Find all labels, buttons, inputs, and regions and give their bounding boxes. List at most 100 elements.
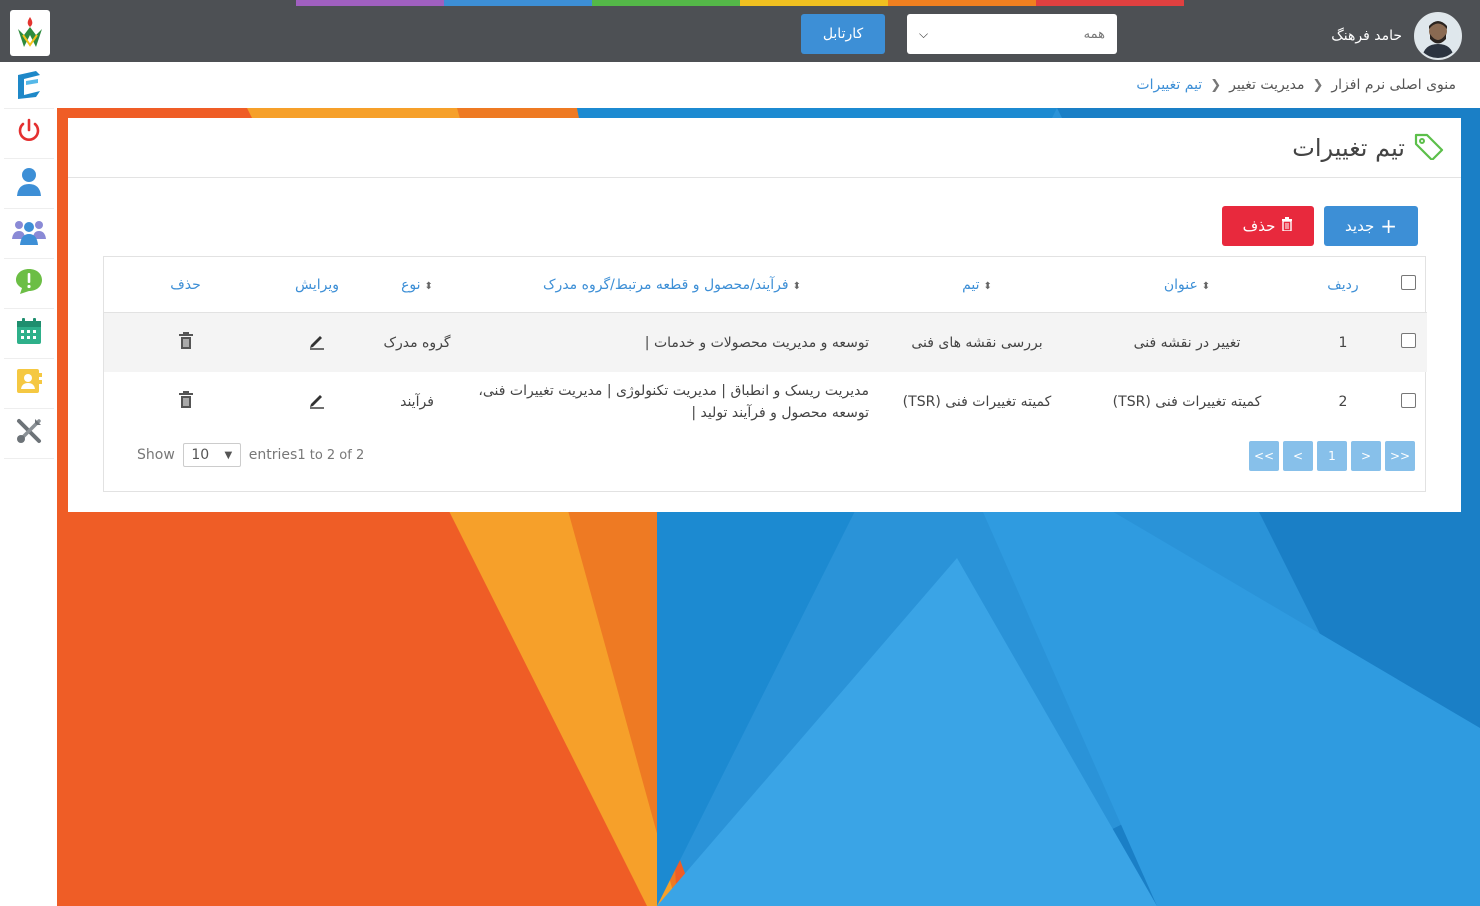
- trash-icon: [1281, 217, 1293, 235]
- breadcrumb: منوی اصلی نرم افزار ❮ مدیریت تغییر ❮ تیم…: [57, 62, 1480, 108]
- user-name: حامد فرهنگ: [1331, 28, 1402, 44]
- filter-select-value: همه: [1083, 26, 1105, 42]
- row-checkbox-cell[interactable]: [1389, 372, 1427, 432]
- header-type[interactable]: ⬍نوع: [367, 257, 467, 313]
- trash-icon[interactable]: [178, 391, 194, 409]
- row-delete-cell: [104, 372, 267, 432]
- row-edit-cell: [267, 312, 367, 372]
- pagination: << < 1 > >>: [1249, 441, 1415, 471]
- sort-icon: ⬍: [1201, 280, 1211, 292]
- edit-pencil-icon[interactable]: [308, 391, 326, 409]
- sort-icon: ⬍: [424, 280, 433, 292]
- row-delete-cell: [104, 312, 267, 372]
- row-index: 1: [1297, 312, 1389, 372]
- header-team-label: تیم: [962, 276, 980, 293]
- sidebar-item-settings[interactable]: [0, 408, 57, 458]
- pager-first[interactable]: <<: [1249, 441, 1279, 471]
- app-logo[interactable]: [10, 10, 50, 56]
- tools-icon: [15, 417, 43, 449]
- breadcrumb-item-home[interactable]: منوی اصلی نرم افزار: [1331, 77, 1456, 93]
- row-related: مدیریت ریسک و انطباق | مدیریت تکنولوژی |…: [478, 383, 869, 421]
- pager-next[interactable]: >: [1351, 441, 1381, 471]
- sidebar-item-users[interactable]: [0, 208, 57, 258]
- pager-prev[interactable]: <: [1283, 441, 1313, 471]
- header-index: ردیف: [1297, 257, 1389, 313]
- row-checkbox-cell[interactable]: [1389, 312, 1427, 372]
- table-footer: Show 10 ▼ entries 1 to 2 of 2 << < 1 > >…: [104, 427, 1425, 487]
- sidebar-item-logout[interactable]: [0, 108, 57, 158]
- power-icon: [16, 118, 42, 148]
- alert-chat-icon: [14, 267, 44, 299]
- row-edit-cell: [267, 372, 367, 432]
- table-info: 1 to 2 of 2: [297, 447, 365, 463]
- add-new-button[interactable]: + جدید: [1324, 206, 1418, 246]
- user-icon: [16, 166, 42, 200]
- cartable-button[interactable]: کارتابل: [801, 14, 885, 54]
- sort-icon: ⬍: [983, 280, 992, 292]
- main-panel: تیم تغییرات + جدید حذف ردیف ⬍عنوان ⬍تیم …: [68, 118, 1461, 512]
- show-label: Show: [137, 447, 175, 463]
- entries-label: entries: [248, 447, 298, 463]
- add-new-label: جدید: [1345, 217, 1375, 235]
- header-type-label: نوع: [401, 276, 421, 293]
- sidebar-item-calendar[interactable]: [0, 308, 57, 358]
- edit-pencil-icon[interactable]: [308, 332, 326, 350]
- panel-header: تیم تغییرات: [68, 118, 1461, 178]
- header-related-label: فرآیند/محصول و قطعه مرتبط/گروه مدرک: [543, 276, 789, 293]
- data-table: ردیف ⬍عنوان ⬍تیم ⬍فرآیند/محصول و قطعه مر…: [103, 256, 1427, 492]
- table-row: 1 تغییر در نقشه فنی بررسی نقشه های فنی ت…: [104, 312, 1427, 372]
- row-type: فرآیند: [400, 394, 434, 410]
- tag-icon: [1413, 132, 1445, 164]
- row-type: گروه مدرک: [367, 312, 467, 372]
- color-stripe: [0, 0, 1480, 6]
- header-delete: حذف: [104, 257, 267, 313]
- avatar[interactable]: [1414, 12, 1462, 60]
- header-edit: ویرایش: [267, 257, 367, 313]
- page-title: تیم تغییرات: [1292, 133, 1405, 162]
- left-sidebar: [0, 62, 58, 906]
- contact-card-icon: [15, 367, 43, 399]
- header-related[interactable]: ⬍فرآیند/محصول و قطعه مرتبط/گروه مدرک: [467, 257, 877, 313]
- table-header-row: ردیف ⬍عنوان ⬍تیم ⬍فرآیند/محصول و قطعه مر…: [104, 257, 1427, 313]
- header-title-label: عنوان: [1163, 276, 1198, 293]
- row-index: 2: [1338, 394, 1348, 410]
- row-title: تغییر در نقشه فنی: [1077, 312, 1297, 372]
- select-all-checkbox[interactable]: [1400, 275, 1416, 290]
- row-title: کمیته تغییرات فنی (TSR): [1112, 394, 1262, 410]
- chevron-left-icon: ❮: [1312, 77, 1324, 93]
- pager-page-1[interactable]: 1: [1317, 441, 1347, 471]
- user-profile[interactable]: حامد فرهنگ: [1331, 12, 1462, 60]
- page-length-value: 10: [191, 447, 210, 463]
- sidebar-item-alerts[interactable]: [0, 258, 57, 308]
- page-length-select[interactable]: 10 ▼: [182, 443, 241, 467]
- pager-last[interactable]: >>: [1385, 441, 1415, 471]
- header-team[interactable]: ⬍تیم: [877, 257, 1077, 313]
- brand-icon: [14, 69, 44, 105]
- chevron-down-icon: ⌵: [919, 26, 929, 41]
- delete-button[interactable]: حذف: [1222, 206, 1314, 246]
- calendar-icon: [16, 317, 42, 349]
- chevron-left-icon: ❮: [1210, 77, 1222, 93]
- row-team: کمیته تغییرات فنی (TSR): [902, 394, 1052, 410]
- sidebar-item-brand[interactable]: [0, 62, 57, 112]
- breadcrumb-item-change-management[interactable]: مدیریت تغییر: [1229, 77, 1304, 93]
- sidebar-item-user[interactable]: [0, 158, 57, 208]
- page-length-control: Show 10 ▼ entries 1 to 2 of 2: [137, 443, 364, 467]
- chevron-down-icon: ▼: [224, 449, 233, 461]
- plus-icon: +: [1380, 214, 1397, 238]
- header-select-all[interactable]: [1389, 257, 1427, 313]
- row-checkbox[interactable]: [1400, 392, 1416, 408]
- delete-label: حذف: [1242, 217, 1276, 235]
- trash-icon[interactable]: [178, 331, 194, 350]
- breadcrumb-item-current: تیم تغییرات: [1136, 77, 1203, 93]
- filter-select[interactable]: همه ⌵: [907, 14, 1117, 54]
- top-bar: کارتابل همه ⌵ حامد فرهنگ: [0, 0, 1480, 62]
- header-delete-label: حذف: [170, 276, 201, 293]
- sort-icon: ⬍: [792, 280, 801, 292]
- row-team: بررسی نقشه های فنی: [877, 312, 1077, 372]
- sidebar-item-contacts[interactable]: [0, 358, 57, 408]
- header-title[interactable]: ⬍عنوان: [1077, 257, 1297, 313]
- row-checkbox[interactable]: [1400, 333, 1416, 348]
- header-index-label: ردیف: [1327, 276, 1359, 293]
- header-edit-label: ویرایش: [294, 276, 340, 293]
